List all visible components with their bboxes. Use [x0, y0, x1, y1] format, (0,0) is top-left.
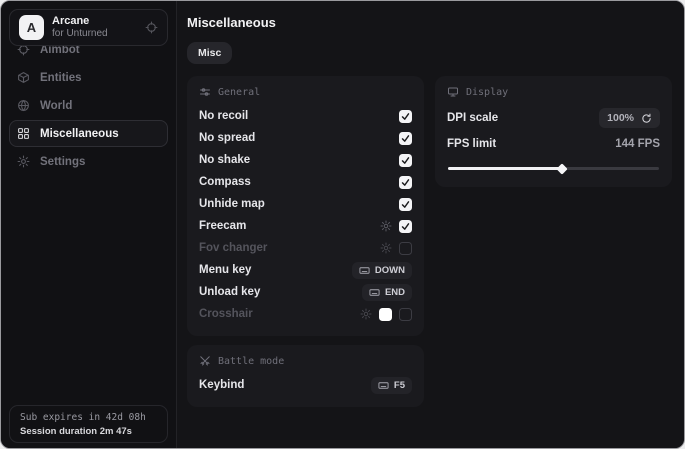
app-subtitle: for Unturned	[52, 28, 108, 40]
fov-changer-gear-icon[interactable]	[380, 242, 392, 254]
page-title: Miscellaneous	[187, 15, 670, 30]
reset-icon[interactable]	[641, 113, 652, 124]
app-name: Arcane	[52, 15, 108, 28]
freecam-gear-icon[interactable]	[380, 220, 392, 232]
app-logo-letter: A	[27, 20, 36, 35]
keyboard-icon	[359, 265, 370, 276]
battle-mode-panel: Battle mode Keybind F5	[187, 345, 424, 407]
unload-key-button[interactable]: END	[362, 284, 412, 301]
freecam-checkbox[interactable]	[399, 220, 412, 233]
monitor-icon	[447, 86, 459, 98]
keyboard-icon	[378, 380, 389, 391]
fps-limit-value: 144 FPS	[615, 138, 660, 150]
menu-key-button[interactable]: DOWN	[352, 262, 412, 279]
crosshair-color-swatch[interactable]	[379, 308, 392, 321]
sidebar-item-settings[interactable]: Settings	[9, 148, 168, 175]
sidebar-item-label: Miscellaneous	[40, 128, 119, 140]
sidebar-item-miscellaneous[interactable]: Miscellaneous	[9, 120, 168, 147]
setting-row-no-recoil: No recoil	[199, 105, 412, 127]
sidebar-nav: Aimbot Entities World Miscellaneous	[1, 36, 176, 175]
subscription-card: Sub expires in 42d 08h Session duration …	[9, 405, 168, 443]
app-window: A Arcane for Unturned Category Aimbot	[0, 0, 685, 449]
sidebar: A Arcane for Unturned Category Aimbot	[1, 1, 177, 448]
compass-checkbox[interactable]	[399, 176, 412, 189]
app-header-card[interactable]: A Arcane for Unturned	[9, 9, 168, 46]
setting-row-dpi-scale: DPI scale 100%	[447, 105, 660, 131]
sub-expires-text: Sub expires in 42d 08h	[20, 411, 157, 425]
app-meta: Arcane for Unturned	[52, 15, 108, 40]
setting-row-fov-changer: Fov changer	[199, 237, 412, 259]
right-column: Display DPI scale 100% FPS limit 144 FPS	[435, 76, 672, 187]
crosshair-checkbox[interactable]	[399, 308, 412, 321]
gear-icon	[17, 155, 30, 168]
globe-icon	[17, 99, 30, 112]
session-duration-text: Session duration 2m 47s	[20, 425, 157, 438]
setting-row-freecam: Freecam	[199, 215, 412, 237]
battle-keybind-button[interactable]: F5	[371, 377, 412, 394]
app-logo: A	[19, 15, 44, 40]
sliders-icon	[199, 86, 211, 98]
setting-row-compass: Compass	[199, 171, 412, 193]
setting-row-unload-key: Unload key END	[199, 281, 412, 303]
keyboard-icon	[369, 287, 380, 298]
setting-row-crosshair: Crosshair	[199, 303, 412, 325]
sidebar-item-label: Settings	[40, 156, 85, 168]
main-content: Miscellaneous Misc General No recoil	[178, 1, 684, 448]
content-columns: General No recoil No spread No shake	[187, 76, 670, 407]
tab-misc[interactable]: Misc	[187, 42, 232, 64]
setting-row-no-spread: No spread	[199, 127, 412, 149]
cube-icon	[17, 71, 30, 84]
left-column: General No recoil No spread No shake	[187, 76, 424, 407]
swords-icon	[199, 355, 211, 367]
sidebar-item-entities[interactable]: Entities	[9, 64, 168, 91]
menu-key-value: DOWN	[375, 265, 405, 276]
dpi-scale-control[interactable]: 100%	[599, 108, 660, 128]
grid-icon	[17, 127, 30, 140]
unload-key-value: END	[385, 287, 405, 298]
slider-thumb[interactable]	[556, 163, 567, 174]
no-spread-checkbox[interactable]	[399, 132, 412, 145]
crosshair-gear-icon[interactable]	[360, 308, 372, 320]
general-panel: General No recoil No spread No shake	[187, 76, 424, 336]
display-panel: Display DPI scale 100% FPS limit 144 FPS	[435, 76, 672, 187]
sidebar-item-label: Entities	[40, 72, 82, 84]
display-panel-header: Display	[447, 86, 660, 98]
fps-limit-slider[interactable]	[448, 167, 659, 170]
fov-changer-checkbox[interactable]	[399, 242, 412, 255]
setting-row-fps-limit: FPS limit 144 FPS	[447, 131, 660, 157]
general-panel-header: General	[199, 86, 412, 98]
setting-row-unhide-map: Unhide map	[199, 193, 412, 215]
dpi-scale-value: 100%	[607, 112, 634, 124]
crosshair-icon[interactable]	[145, 21, 158, 34]
setting-row-no-shake: No shake	[199, 149, 412, 171]
sidebar-item-world[interactable]: World	[9, 92, 168, 119]
battle-mode-panel-header: Battle mode	[199, 355, 412, 367]
setting-row-keybind: Keybind F5	[199, 374, 412, 396]
setting-row-menu-key: Menu key DOWN	[199, 259, 412, 281]
no-recoil-checkbox[interactable]	[399, 110, 412, 123]
no-shake-checkbox[interactable]	[399, 154, 412, 167]
battle-keybind-value: F5	[394, 380, 405, 391]
unhide-map-checkbox[interactable]	[399, 198, 412, 211]
sidebar-item-label: World	[40, 100, 72, 112]
general-panel-title: General	[218, 87, 260, 98]
display-panel-title: Display	[466, 87, 508, 98]
battle-mode-panel-title: Battle mode	[218, 356, 284, 367]
slider-fill	[448, 167, 562, 170]
